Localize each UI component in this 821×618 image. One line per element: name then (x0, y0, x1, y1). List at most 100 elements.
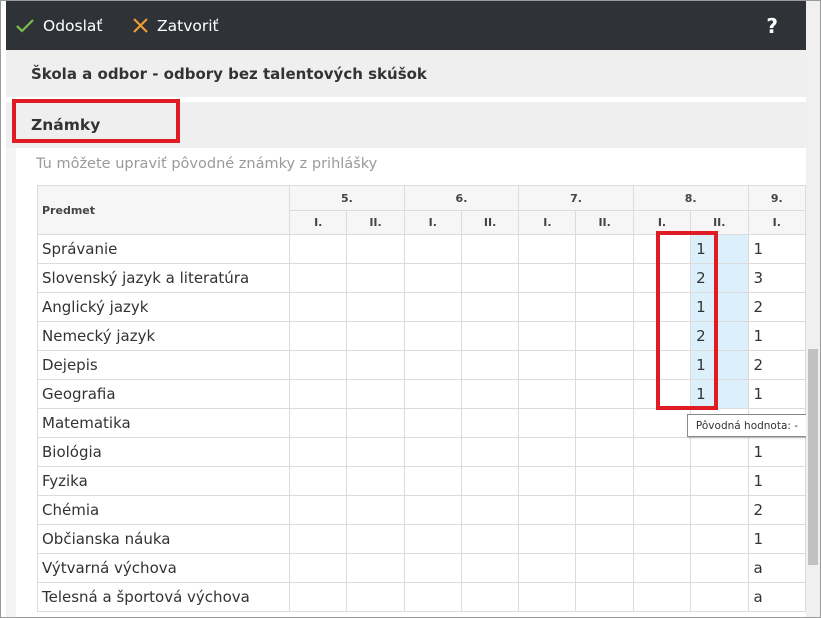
grade-cell[interactable] (460, 466, 520, 496)
grade-cell[interactable] (632, 524, 692, 554)
grade-cell-9-1[interactable]: 3 (747, 263, 806, 293)
grade-cell[interactable] (518, 466, 577, 496)
grade-cell[interactable] (403, 466, 462, 496)
grade-cell[interactable] (403, 234, 462, 264)
grade-cell[interactable] (460, 582, 520, 612)
grade-cell[interactable] (632, 466, 692, 496)
grade-cell[interactable] (518, 292, 577, 322)
grade-cell[interactable] (346, 582, 405, 612)
grade-cell[interactable] (346, 321, 405, 351)
grade-cell[interactable] (346, 524, 405, 554)
grade-cell[interactable] (460, 263, 520, 293)
grade-cell-9-1[interactable]: 2 (747, 292, 806, 322)
grade-cell[interactable] (460, 524, 520, 554)
grade-cell-9-1[interactable]: 2 (747, 350, 806, 380)
grade-cell[interactable] (518, 437, 577, 467)
grade-cell[interactable] (403, 263, 462, 293)
grade-cell[interactable] (518, 321, 577, 351)
grade-cell[interactable] (289, 582, 348, 612)
grade-cell[interactable] (289, 350, 348, 380)
grade-cell[interactable] (460, 321, 520, 351)
grade-cell[interactable] (518, 582, 577, 612)
grade-cell[interactable] (346, 292, 405, 322)
grade-cell[interactable] (346, 234, 405, 264)
grade-cell-9-1[interactable]: a (747, 553, 806, 583)
grade-cell-9-1[interactable]: 1 (747, 437, 806, 467)
grade-cell[interactable] (460, 350, 520, 380)
grade-cell-8-2[interactable] (690, 524, 749, 554)
grade-cell[interactable] (346, 408, 405, 438)
grade-cell[interactable] (632, 582, 692, 612)
grade-cell[interactable] (346, 437, 405, 467)
grade-cell[interactable] (575, 379, 634, 409)
grade-cell-9-1[interactable]: 1 (747, 321, 806, 351)
grade-cell[interactable] (632, 553, 692, 583)
send-button[interactable]: Odoslať (16, 1, 102, 50)
vertical-scrollbar[interactable] (806, 1, 820, 617)
grade-cell-8-2[interactable] (690, 466, 749, 496)
grade-cell[interactable] (518, 350, 577, 380)
grade-cell[interactable] (518, 234, 577, 264)
grade-cell[interactable] (403, 437, 462, 467)
grade-cell[interactable] (460, 437, 520, 467)
grade-cell[interactable] (460, 292, 520, 322)
grade-cell[interactable] (403, 495, 462, 525)
grade-cell[interactable] (575, 234, 634, 264)
grade-cell[interactable] (289, 437, 348, 467)
grade-cell-8-2[interactable] (690, 437, 749, 467)
grade-cell[interactable] (346, 379, 405, 409)
grade-cell[interactable] (518, 553, 577, 583)
grade-cell[interactable] (289, 524, 348, 554)
close-button[interactable]: Zatvoriť (133, 1, 219, 50)
grade-cell[interactable] (289, 408, 348, 438)
grade-cell[interactable] (575, 524, 634, 554)
grade-cell[interactable] (632, 437, 692, 467)
grade-cell[interactable] (632, 495, 692, 525)
grade-cell-9-1[interactable]: 1 (747, 524, 806, 554)
grade-cell[interactable] (575, 321, 634, 351)
section-header-school[interactable]: Škola a odbor - odbory bez talentových s… (6, 50, 806, 102)
grade-cell[interactable] (575, 582, 634, 612)
grade-cell[interactable] (575, 553, 634, 583)
grade-cell[interactable] (518, 379, 577, 409)
grade-cell[interactable] (460, 234, 520, 264)
grade-cell-8-2[interactable] (690, 582, 749, 612)
grade-cell[interactable] (460, 379, 520, 409)
grade-cell[interactable] (289, 466, 348, 496)
scrollbar-thumb[interactable] (808, 349, 818, 565)
grade-cell[interactable] (403, 524, 462, 554)
grade-cell[interactable] (403, 379, 462, 409)
grade-cell-8-2[interactable] (690, 495, 749, 525)
grade-cell-9-1[interactable]: 2 (747, 495, 806, 525)
grade-cell[interactable] (460, 495, 520, 525)
grade-cell[interactable] (403, 321, 462, 351)
grade-cell[interactable] (460, 553, 520, 583)
grade-cell[interactable] (289, 553, 348, 583)
grade-cell[interactable] (575, 437, 634, 467)
grade-cell[interactable] (346, 495, 405, 525)
grade-cell-9-1[interactable]: 1 (747, 466, 806, 496)
help-button[interactable]: ? (766, 14, 778, 38)
grade-cell-9-1[interactable]: 1 (747, 379, 806, 409)
grade-cell[interactable] (403, 350, 462, 380)
grade-cell[interactable] (575, 466, 634, 496)
grade-cell[interactable] (460, 408, 520, 438)
grade-cell[interactable] (575, 263, 634, 293)
grade-cell[interactable] (575, 292, 634, 322)
grade-cell-9-1[interactable]: a (747, 582, 806, 612)
grade-cell[interactable] (575, 350, 634, 380)
grade-cell-8-2[interactable] (690, 553, 749, 583)
grade-cell[interactable] (289, 234, 348, 264)
grade-cell[interactable] (575, 408, 634, 438)
grade-cell[interactable] (346, 350, 405, 380)
grade-cell[interactable] (289, 379, 348, 409)
grade-cell[interactable] (289, 321, 348, 351)
grade-cell[interactable] (518, 495, 577, 525)
grade-cell[interactable] (346, 553, 405, 583)
grade-cell[interactable] (289, 495, 348, 525)
grade-cell-9-1[interactable]: 1 (747, 234, 806, 264)
grade-cell[interactable] (632, 408, 692, 438)
grade-cell[interactable] (289, 292, 348, 322)
grade-cell[interactable] (346, 263, 405, 293)
grade-cell[interactable] (575, 495, 634, 525)
